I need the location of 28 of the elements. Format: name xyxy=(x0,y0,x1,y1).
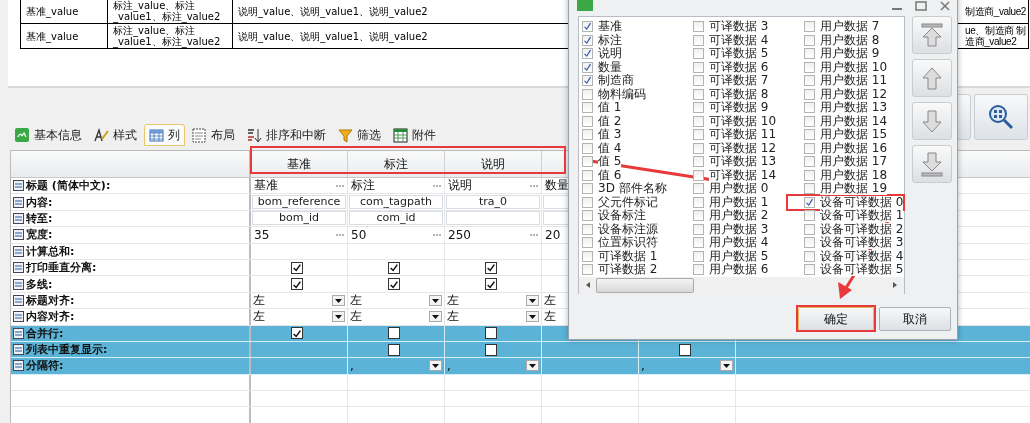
property-label: 内容对齐: xyxy=(26,309,75,325)
property-label: 转至: xyxy=(26,210,53,226)
table-cell-text: 制造商_value2 xyxy=(965,5,1027,17)
cell-value: 20 xyxy=(545,227,561,242)
table-cell-text: 标注_value、标注_value1、标注_value2 xyxy=(113,25,222,47)
cell-value: 250 xyxy=(448,227,471,242)
table-cell-text: 说明_value、说明_value1、说明_value2 xyxy=(238,30,428,42)
cell-value: 标注 xyxy=(351,178,375,194)
cell-value: 50 xyxy=(351,227,367,242)
property-label: 标题 (简体中文): xyxy=(26,178,111,194)
table-cell-text: ue、制造商 制造商_value2 xyxy=(965,25,1027,47)
property-label: 列表中重复显示: xyxy=(26,342,108,358)
table-cell-text: 基准_value xyxy=(26,5,79,17)
property-label: 宽度: xyxy=(26,227,53,243)
property-label: 多线: xyxy=(26,276,53,292)
cell-value: 35 xyxy=(254,227,270,242)
property-label: 分隔符: xyxy=(26,358,64,374)
table-cell-text: 标注_value、标注_value1、标注_value2 xyxy=(113,0,222,22)
table-cell-text: 说明_value、说明_value1、说明_value2 xyxy=(238,5,428,17)
property-label: 计算总和: xyxy=(26,243,75,259)
property-label: 打印垂直分离: xyxy=(26,260,97,276)
property-label: 合并行: xyxy=(26,325,64,341)
property-label: 标题对齐: xyxy=(26,292,75,308)
cell-value: 说明 xyxy=(448,178,472,194)
cell-value: 基准 xyxy=(254,178,278,194)
table-cell-text: 基准_value xyxy=(26,30,79,42)
cell-value: 数量 xyxy=(545,178,569,194)
property-label: 内容: xyxy=(26,194,53,210)
